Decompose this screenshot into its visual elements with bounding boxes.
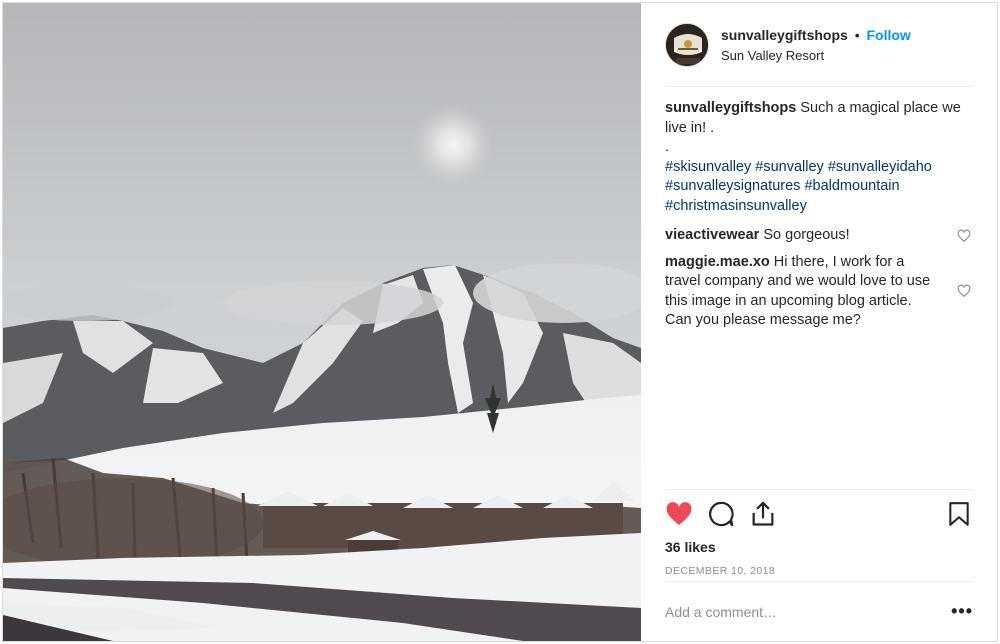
hashtag-link[interactable]: #sunvalleysignatures [665, 178, 800, 194]
instagram-post: sunvalleygiftshops • Follow Sun Valley R… [2, 2, 998, 642]
mountain-photo-image [3, 3, 641, 641]
separator-dot: • [854, 27, 860, 43]
like-count[interactable]: 36 likes [665, 538, 973, 556]
post-caption: sunvalleygiftshops Such a magical place … [665, 99, 973, 216]
comment-input[interactable] [665, 603, 949, 620]
save-button[interactable] [945, 500, 973, 528]
shop-logo-icon [666, 24, 708, 66]
comment-text: So gorgeous! [763, 227, 850, 243]
hashtag-link[interactable]: #skisunvalley [665, 159, 751, 175]
caption-username[interactable]: sunvalleygiftshops [665, 100, 796, 116]
post-date[interactable]: DECEMBER 10, 2018 [665, 565, 973, 577]
comment-icon [709, 501, 734, 527]
post-actions: 36 likes DECEMBER 10, 2018 [665, 489, 973, 577]
avatar[interactable] [665, 23, 709, 67]
hashtag-link[interactable]: #baldmountain [804, 178, 899, 194]
more-options-button[interactable]: ••• [949, 601, 973, 622]
hashtag-link[interactable]: #christmasinsunvalley [665, 198, 807, 214]
follow-button[interactable]: Follow [867, 27, 911, 43]
post-username[interactable]: sunvalleygiftshops [721, 27, 848, 43]
post-photo[interactable] [3, 3, 641, 641]
post-header: sunvalleygiftshops • Follow Sun Valley R… [665, 23, 973, 87]
hashtag-link[interactable]: #sunvalley [755, 159, 824, 175]
like-button[interactable] [665, 500, 693, 528]
comment-item: vieactivewear So gorgeous! [665, 226, 973, 246]
comment-item: maggie.mae.xo Hi there, I work for a tra… [665, 253, 973, 331]
post-sidebar: sunvalleygiftshops • Follow Sun Valley R… [641, 3, 997, 641]
comments-section: sunvalleygiftshops Such a magical place … [665, 99, 973, 331]
action-bar [665, 490, 973, 538]
heart-filled-icon [666, 502, 692, 526]
share-icon [752, 501, 774, 526]
comment-button[interactable] [707, 500, 735, 528]
comment-username[interactable]: maggie.mae.xo [665, 254, 770, 270]
add-comment-bar: ••• [665, 581, 973, 641]
comment-username[interactable]: vieactivewear [665, 227, 759, 243]
share-button[interactable] [749, 500, 777, 528]
post-location[interactable]: Sun Valley Resort [721, 47, 911, 65]
caption-dot-line: . [665, 139, 670, 155]
hashtag-link[interactable]: #sunvalleyidaho [828, 159, 932, 175]
comment-like-icon[interactable] [957, 229, 971, 243]
bookmark-icon [949, 502, 969, 526]
comment-like-icon[interactable] [957, 284, 971, 298]
